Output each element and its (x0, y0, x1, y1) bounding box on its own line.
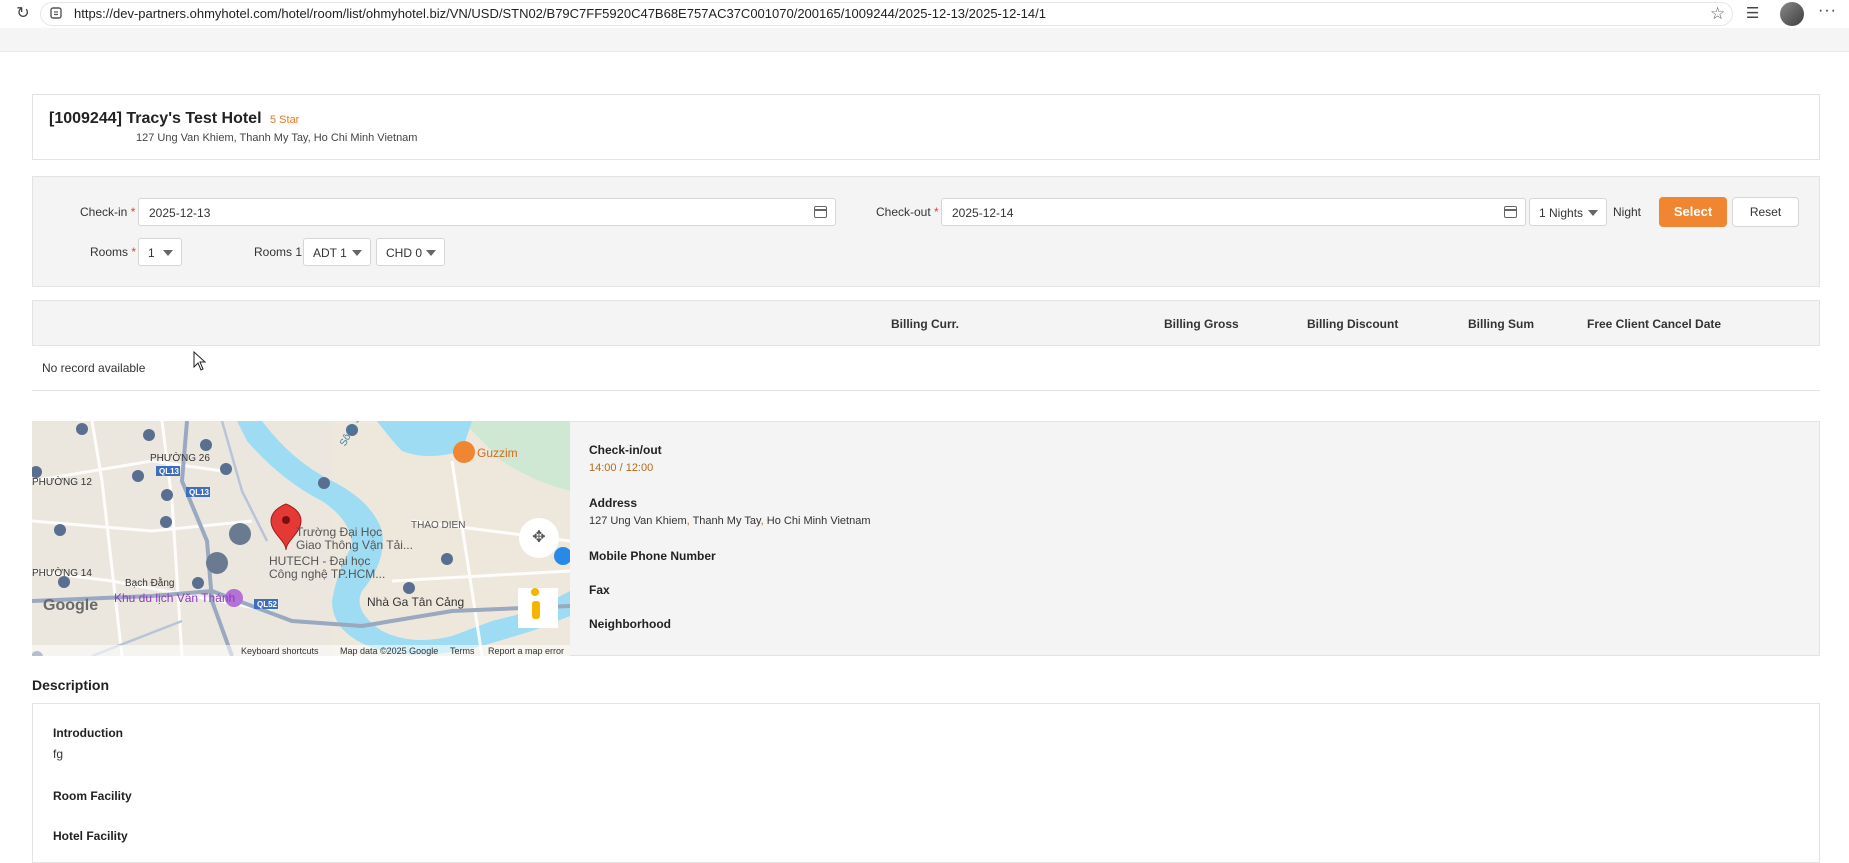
hotel-title: [1009244] Tracy's Test Hotel (49, 110, 262, 127)
checkinout-label: Check-in/out (589, 443, 662, 457)
map-label: THAO DIEN (411, 520, 466, 531)
chevron-down-icon (426, 250, 436, 256)
report-map-error-link[interactable]: Report a map error (488, 646, 564, 656)
checkinout-value: 14:00 / 12:00 (589, 462, 654, 474)
map-label: Bạch Đằng (125, 578, 175, 589)
checkout-label: Check-out * (876, 205, 939, 219)
hotel-map[interactable]: PHƯỜNG 12 PHƯỜNG 26 PHƯỜNG 14 Bạch Đằng … (32, 421, 570, 656)
map-poi-label[interactable]: HUTECH - Đại học Công nghệ TP.HCM... (269, 555, 385, 581)
fullscreen-icon[interactable]: ✥ (527, 526, 551, 550)
room1-label: Rooms 1 (254, 245, 303, 259)
address-label: Address (589, 496, 638, 510)
address-value: 127 Ung Van Khiem, Thanh My Tay, Ho Chi … (589, 515, 871, 527)
introduction-value: fg (53, 747, 64, 761)
google-logo: Google (43, 597, 99, 614)
calendar-icon[interactable] (814, 206, 827, 218)
checkout-date-input[interactable]: 2025-12-14 (941, 198, 1526, 226)
hotel-header: [1009244] Tracy's Test Hotel 5 Star 127 … (32, 94, 1820, 160)
mouse-cursor-icon (193, 351, 207, 371)
mobile-phone-label: Mobile Phone Number (589, 549, 716, 563)
col-billing-discount[interactable]: Billing Discount (1307, 317, 1398, 331)
hotel-address: 127 Ung Van Khiem, Thanh My Tay, Ho Chi … (136, 132, 418, 144)
rooms-select[interactable]: 1 (138, 238, 182, 266)
hotel-info-panel: Check-in/out 14:00 / 12:00 Address 127 U… (570, 421, 1820, 656)
map-poi-label[interactable]: Trường Đại Học Giao Thông Vận Tải... (296, 526, 413, 552)
calendar-icon[interactable] (1504, 206, 1517, 218)
reload-icon[interactable]: ↻ (14, 5, 32, 23)
col-free-cancel-date[interactable]: Free Client Cancel Date (1587, 317, 1721, 331)
map-label: PHƯỜNG 14 (32, 568, 92, 579)
rooms-label: Rooms * (90, 245, 137, 259)
checkin-date-input[interactable]: 2025-12-13 (138, 198, 836, 226)
col-billing-gross[interactable]: Billing Gross (1164, 317, 1239, 331)
rooms-table-header: Billing Curr. Billing Gross Billing Disc… (32, 300, 1820, 346)
empty-table-message: No record available (42, 361, 146, 375)
street-view-pegman-icon[interactable] (518, 588, 558, 628)
hotel-star-rating: 5 Star (270, 114, 300, 126)
more-menu-icon[interactable]: ··· (1818, 2, 1837, 20)
map-road-shield: QL13 (159, 467, 180, 476)
room-facility-label: Room Facility (53, 789, 132, 803)
neighborhood-label: Neighborhood (589, 617, 671, 631)
profile-avatar[interactable] (1780, 2, 1804, 26)
night-label: Night (1613, 205, 1642, 219)
map-poi-label[interactable]: Guzzim (477, 446, 518, 460)
map-road-shield: QL13 (189, 488, 210, 497)
browser-subbar (0, 28, 1849, 52)
description-title: Description (32, 677, 110, 693)
favorite-star-icon[interactable]: ☆ (1710, 4, 1725, 24)
favorites-list-icon[interactable]: ☰ (1746, 4, 1759, 22)
map-label: Nhà Ga Tân Cảng (367, 595, 465, 609)
search-form (32, 176, 1820, 287)
map-poi-label[interactable]: Khu du lịch Văn Thánh (114, 591, 235, 605)
chevron-down-icon (1588, 210, 1598, 216)
terms-link[interactable]: Terms (450, 646, 475, 656)
chevron-down-icon (352, 250, 362, 256)
adult-select[interactable]: ADT 1 (303, 238, 371, 266)
map-data-attribution: Map data ©2025 Google (340, 646, 439, 656)
introduction-label: Introduction (53, 726, 123, 740)
browser-toolbar: ↻ https://dev-partners.ohmyhotel.com/hot… (0, 0, 1849, 28)
child-select[interactable]: CHD 0 (376, 238, 445, 266)
col-billing-curr[interactable]: Billing Curr. (891, 317, 959, 331)
url-text[interactable]: https://dev-partners.ohmyhotel.com/hotel… (74, 6, 1046, 21)
fax-label: Fax (589, 583, 610, 597)
site-info-icon[interactable] (49, 6, 63, 20)
checkin-label: Check-in * (80, 205, 136, 219)
hotel-facility-label: Hotel Facility (53, 829, 128, 843)
description-panel: Introduction fg Room Facility Hotel Faci… (32, 703, 1820, 863)
map-label: PHƯỜNG 26 (150, 453, 210, 464)
keyboard-shortcuts-link[interactable]: Keyboard shortcuts (241, 646, 319, 656)
reset-button[interactable]: Reset (1732, 197, 1799, 227)
chevron-down-icon (163, 250, 173, 256)
select-button[interactable]: Select (1659, 197, 1727, 227)
col-billing-sum[interactable]: Billing Sum (1468, 317, 1534, 331)
rooms-table-body: No record available (32, 346, 1820, 391)
map-label: PHƯỜNG 12 (32, 477, 92, 488)
map-road-shield: QL52 (257, 600, 278, 609)
nights-select[interactable]: 1 Nights (1529, 198, 1607, 226)
